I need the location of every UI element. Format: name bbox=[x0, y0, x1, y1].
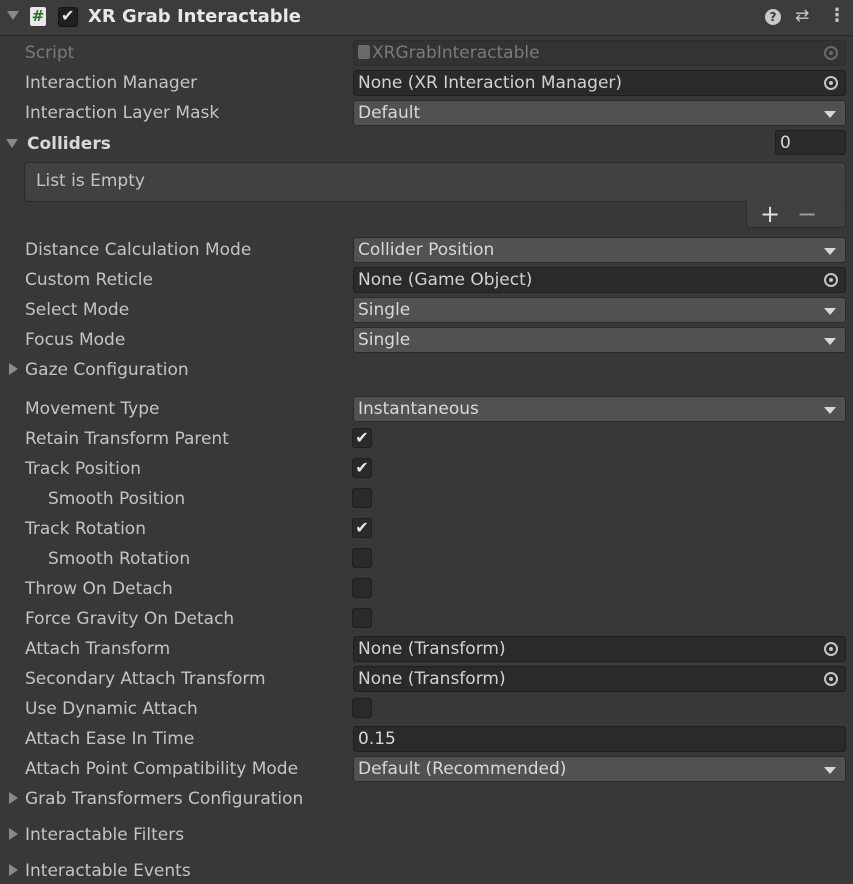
attach-transform-value: None (Transform) bbox=[358, 639, 506, 659]
grab-transformers-configuration-foldout[interactable]: Grab Transformers Configuration bbox=[25, 788, 303, 810]
dropdown-arrow-icon bbox=[824, 308, 836, 315]
colliders-list: List is Empty bbox=[24, 162, 846, 202]
force-gravity-on-detach-label: Force Gravity On Detach bbox=[25, 609, 235, 629]
custom-reticle-value: None (Game Object) bbox=[358, 270, 533, 290]
checkmark-icon: ✔ bbox=[61, 6, 75, 25]
checkmark-icon: ✔ bbox=[355, 428, 369, 447]
interaction-manager-label: Interaction Manager bbox=[25, 73, 198, 93]
object-picker-icon[interactable] bbox=[824, 273, 838, 287]
remove-element-button[interactable]: − bbox=[797, 200, 817, 228]
track-rotation-checkbox[interactable]: ✔ bbox=[352, 518, 372, 538]
script-label: Script bbox=[25, 43, 75, 63]
object-picker-icon[interactable] bbox=[824, 76, 838, 90]
interactable-filters-foldout[interactable]: Interactable Filters bbox=[25, 824, 184, 846]
distance-calculation-mode-value: Collider Position bbox=[358, 240, 495, 260]
secondary-attach-transform-label: Secondary Attach Transform bbox=[25, 669, 266, 689]
attach-point-compatibility-mode-value: Default (Recommended) bbox=[358, 759, 567, 779]
colliders-label[interactable]: Colliders bbox=[27, 133, 111, 155]
smooth-rotation-label: Smooth Rotation bbox=[48, 549, 191, 569]
component-enabled-checkbox[interactable]: ✔ bbox=[58, 6, 78, 27]
retain-transform-parent-checkbox[interactable]: ✔ bbox=[352, 428, 372, 448]
checkmark-icon: ✔ bbox=[355, 458, 369, 477]
throw-on-detach-checkbox[interactable] bbox=[352, 578, 372, 598]
script-file-icon bbox=[358, 45, 370, 59]
focus-mode-value: Single bbox=[358, 330, 411, 350]
interaction-layer-mask-dropdown[interactable]: Default bbox=[353, 100, 846, 126]
kebab-menu-icon[interactable]: ⋮ bbox=[828, 5, 846, 26]
secondary-attach-transform-value: None (Transform) bbox=[358, 669, 506, 689]
object-picker-icon[interactable] bbox=[824, 642, 838, 656]
custom-reticle-field[interactable]: None (Game Object) bbox=[353, 267, 846, 293]
attach-transform-field[interactable]: None (Transform) bbox=[353, 636, 846, 662]
use-dynamic-attach-label: Use Dynamic Attach bbox=[25, 699, 198, 719]
track-rotation-label: Track Rotation bbox=[25, 519, 146, 539]
colliders-foldout-arrow-icon[interactable] bbox=[6, 139, 18, 148]
smooth-rotation-checkbox[interactable] bbox=[352, 548, 372, 568]
gaze-configuration-foldout-arrow-icon[interactable] bbox=[9, 363, 18, 375]
track-position-checkbox[interactable]: ✔ bbox=[352, 458, 372, 478]
script-icon: # bbox=[30, 7, 46, 26]
dropdown-arrow-icon bbox=[824, 111, 836, 118]
attach-ease-in-time-field[interactable]: 0.15 bbox=[353, 726, 846, 752]
interactable-events-foldout-arrow-icon[interactable] bbox=[9, 864, 18, 876]
movement-type-value: Instantaneous bbox=[358, 399, 479, 419]
interaction-manager-value: None (XR Interaction Manager) bbox=[358, 73, 623, 93]
focus-mode-label: Focus Mode bbox=[25, 330, 126, 350]
focus-mode-dropdown[interactable]: Single bbox=[353, 327, 846, 353]
attach-transform-label: Attach Transform bbox=[25, 639, 171, 659]
dropdown-arrow-icon bbox=[824, 767, 836, 774]
throw-on-detach-label: Throw On Detach bbox=[25, 579, 173, 599]
presets-icon[interactable]: ⇄ bbox=[795, 6, 809, 26]
distance-calculation-mode-label: Distance Calculation Mode bbox=[25, 240, 252, 260]
use-dynamic-attach-checkbox[interactable] bbox=[352, 698, 372, 718]
attach-ease-in-time-label: Attach Ease In Time bbox=[25, 729, 195, 749]
smooth-position-checkbox[interactable] bbox=[352, 488, 372, 508]
checkmark-icon: ✔ bbox=[355, 518, 369, 537]
select-mode-value: Single bbox=[358, 300, 411, 320]
force-gravity-on-detach-checkbox[interactable] bbox=[352, 608, 372, 628]
colliders-count-value: 0 bbox=[780, 133, 791, 153]
select-mode-label: Select Mode bbox=[25, 300, 130, 320]
interaction-layer-mask-label: Interaction Layer Mask bbox=[25, 103, 220, 123]
interactable-events-foldout[interactable]: Interactable Events bbox=[25, 860, 191, 882]
list-empty-text: List is Empty bbox=[36, 171, 145, 191]
track-position-label: Track Position bbox=[25, 459, 142, 479]
secondary-attach-transform-field[interactable]: None (Transform) bbox=[353, 666, 846, 692]
movement-type-dropdown[interactable]: Instantaneous bbox=[353, 396, 846, 422]
retain-transform-parent-label: Retain Transform Parent bbox=[25, 429, 229, 449]
attach-point-compatibility-mode-label: Attach Point Compatibility Mode bbox=[25, 759, 299, 779]
object-picker-icon[interactable] bbox=[824, 672, 838, 686]
attach-point-compatibility-mode-dropdown[interactable]: Default (Recommended) bbox=[353, 756, 846, 782]
dropdown-arrow-icon bbox=[824, 338, 836, 345]
component-foldout-arrow-icon[interactable] bbox=[7, 11, 19, 20]
add-element-button[interactable]: + bbox=[760, 200, 780, 228]
interactable-filters-foldout-arrow-icon[interactable] bbox=[9, 828, 18, 840]
gaze-configuration-foldout[interactable]: Gaze Configuration bbox=[25, 359, 189, 381]
help-icon[interactable]: ? bbox=[765, 9, 781, 25]
component-title: XR Grab Interactable bbox=[88, 6, 301, 27]
dropdown-arrow-icon bbox=[824, 407, 836, 414]
smooth-position-label: Smooth Position bbox=[48, 489, 186, 509]
object-picker-icon bbox=[824, 46, 838, 60]
distance-calculation-mode-dropdown[interactable]: Collider Position bbox=[353, 237, 846, 263]
grab-transformers-foldout-arrow-icon[interactable] bbox=[9, 792, 18, 804]
interaction-layer-mask-value: Default bbox=[358, 103, 421, 123]
script-field: XRGrabInteractable bbox=[353, 40, 846, 66]
colliders-count-field[interactable]: 0 bbox=[775, 130, 846, 155]
custom-reticle-label: Custom Reticle bbox=[25, 270, 153, 290]
select-mode-dropdown[interactable]: Single bbox=[353, 297, 846, 323]
attach-ease-in-time-value: 0.15 bbox=[358, 729, 396, 749]
movement-type-label: Movement Type bbox=[25, 399, 160, 419]
dropdown-arrow-icon bbox=[824, 248, 836, 255]
interaction-manager-field[interactable]: None (XR Interaction Manager) bbox=[353, 70, 846, 96]
script-field-value: XRGrabInteractable bbox=[372, 43, 540, 63]
